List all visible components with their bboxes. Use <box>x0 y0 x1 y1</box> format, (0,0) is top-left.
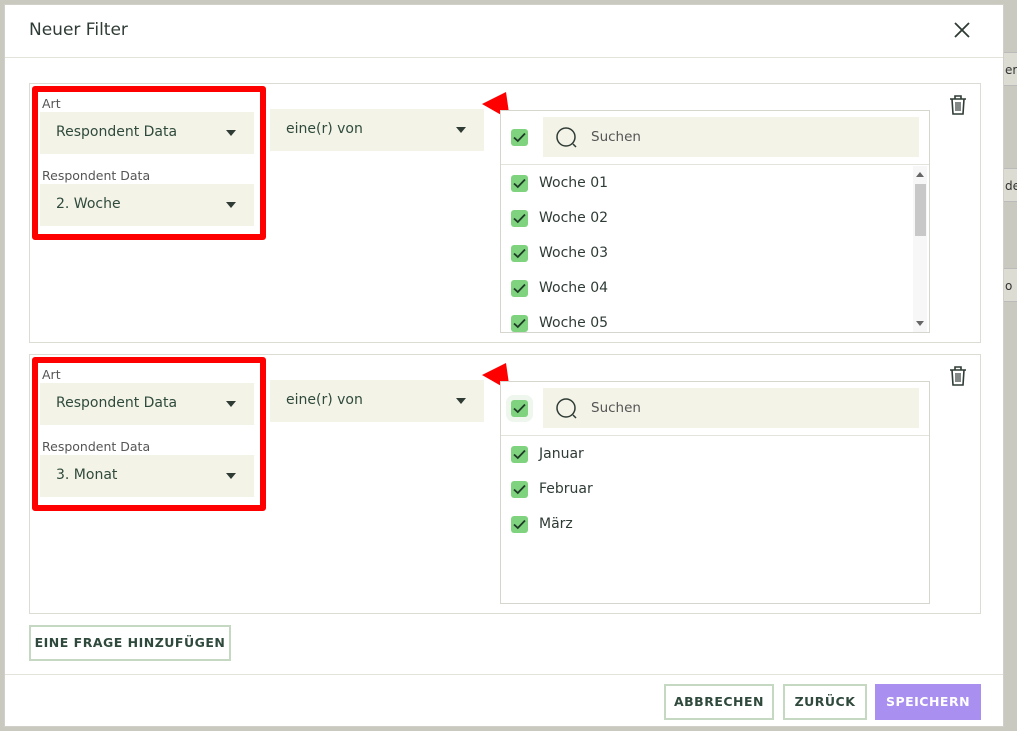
options-listbox: Woche 01 Woche 02 Woche 03 Woche 04 Woch… <box>500 110 930 333</box>
search-input[interactable] <box>589 398 889 418</box>
dialog-footer: ABBRECHEN ZURÜCK SPEICHERN <box>5 674 1003 728</box>
option-label: Woche 01 <box>539 175 609 191</box>
option-label: Woche 02 <box>539 210 609 226</box>
dialog-header: Neuer Filter <box>5 5 1003 58</box>
search-box <box>543 388 919 428</box>
select-all-checkbox[interactable] <box>511 400 528 417</box>
option-checkbox[interactable] <box>511 210 528 227</box>
option-checkbox[interactable] <box>511 446 528 463</box>
dialog-title: Neuer Filter <box>29 20 128 40</box>
operator-select-value: eine(r) von <box>286 121 363 137</box>
cancel-button[interactable]: ABBRECHEN <box>664 684 774 720</box>
option-label: Woche 05 <box>539 315 609 331</box>
chevron-down-icon <box>226 130 236 136</box>
art-select[interactable]: Respondent Data <box>40 112 254 154</box>
operator-select-value: eine(r) von <box>286 392 363 408</box>
option-checkbox[interactable] <box>511 175 528 192</box>
option-checkbox[interactable] <box>511 481 528 498</box>
respondent-data-label: Respondent Data <box>42 439 151 454</box>
scroll-up-arrow-icon[interactable] <box>916 172 924 177</box>
respondent-data-label: Respondent Data <box>42 168 151 183</box>
list-item[interactable]: Woche 05 <box>501 306 929 332</box>
option-label: Februar <box>539 481 593 497</box>
background-peek: de <box>1003 168 1017 202</box>
chevron-down-icon <box>226 473 236 479</box>
close-icon[interactable] <box>951 19 973 41</box>
options-list: Woche 01 Woche 02 Woche 03 Woche 04 Woch… <box>501 166 929 332</box>
chevron-down-icon <box>226 401 236 407</box>
scroll-thumb[interactable] <box>915 184 926 236</box>
scrollbar[interactable] <box>913 166 927 332</box>
save-button[interactable]: SPEICHERN <box>875 684 981 720</box>
listbox-header <box>501 382 929 436</box>
search-icon <box>555 126 579 154</box>
option-checkbox[interactable] <box>511 315 528 332</box>
option-checkbox[interactable] <box>511 516 528 533</box>
respondent-data-select[interactable]: 3. Monat <box>40 455 254 497</box>
art-label: Art <box>42 367 61 382</box>
respondent-data-select-value: 2. Woche <box>56 196 121 212</box>
operator-select[interactable]: eine(r) von <box>270 380 484 422</box>
options-list: Januar Februar März <box>501 437 929 603</box>
option-label: Januar <box>539 446 584 462</box>
operator-select[interactable]: eine(r) von <box>270 109 484 151</box>
option-label: Woche 04 <box>539 280 609 296</box>
list-item[interactable]: Woche 03 <box>501 236 929 271</box>
list-item[interactable]: Januar <box>501 437 929 472</box>
option-checkbox[interactable] <box>511 245 528 262</box>
chevron-down-icon <box>456 127 466 133</box>
select-all-checkbox[interactable] <box>511 129 528 146</box>
list-item[interactable]: Woche 04 <box>501 271 929 306</box>
list-item[interactable]: März <box>501 507 929 542</box>
options-listbox: Januar Februar März <box>500 381 930 604</box>
list-item[interactable]: Woche 01 <box>501 166 929 201</box>
search-box <box>543 117 919 157</box>
art-select[interactable]: Respondent Data <box>40 383 254 425</box>
background-peek: o <box>1003 268 1017 302</box>
search-input[interactable] <box>589 127 889 147</box>
new-filter-dialog: Neuer Filter Art Respondent Data Respond… <box>4 4 1004 727</box>
add-question-button[interactable]: EINE FRAGE HINZUFÜGEN <box>29 625 231 661</box>
art-select-value: Respondent Data <box>56 124 178 140</box>
respondent-data-select-value: 3. Monat <box>56 467 118 483</box>
list-item[interactable]: Woche 02 <box>501 201 929 236</box>
search-icon <box>555 397 579 425</box>
chevron-down-icon <box>226 202 236 208</box>
trash-icon[interactable] <box>948 365 968 387</box>
chevron-down-icon <box>456 398 466 404</box>
filter-row-1: Art Respondent Data Respondent Data 2. W… <box>29 83 981 343</box>
listbox-header <box>501 111 929 165</box>
art-select-value: Respondent Data <box>56 395 178 411</box>
art-label: Art <box>42 96 61 111</box>
respondent-data-select[interactable]: 2. Woche <box>40 184 254 226</box>
list-item[interactable]: Februar <box>501 472 929 507</box>
option-label: März <box>539 516 573 532</box>
trash-icon[interactable] <box>948 94 968 116</box>
scroll-down-arrow-icon[interactable] <box>916 321 924 326</box>
filter-row-2: Art Respondent Data Respondent Data 3. M… <box>29 354 981 614</box>
option-label: Woche 03 <box>539 245 609 261</box>
option-checkbox[interactable] <box>511 280 528 297</box>
background-peek: erf <box>1003 52 1017 86</box>
back-button[interactable]: ZURÜCK <box>783 684 867 720</box>
